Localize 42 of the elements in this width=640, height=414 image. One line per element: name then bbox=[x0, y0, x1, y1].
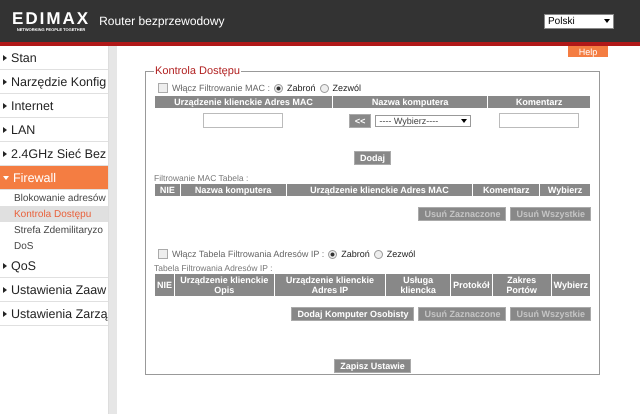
enable-label: Włącz Tabela Filtrowania Adresów IP : bbox=[172, 249, 324, 259]
column-header: Nazwa komputera bbox=[332, 96, 488, 108]
radio-label: Zezwól bbox=[332, 83, 362, 93]
page-title: Router bezprzewodowy bbox=[99, 14, 226, 28]
column-header: Komentarz bbox=[473, 184, 540, 196]
table-caption: Filtrowanie MAC Tabela : bbox=[154, 173, 250, 183]
table-button[interactable]: Dodaj Komputer Osobisty bbox=[291, 307, 414, 321]
column-header: Komentarz bbox=[488, 96, 590, 108]
add-button[interactable]: Dodaj bbox=[354, 151, 391, 165]
column-header: Protokół bbox=[451, 274, 492, 296]
column-header: NIE bbox=[155, 184, 180, 196]
radio-button[interactable] bbox=[374, 250, 383, 258]
save-button[interactable]: Zapisz Ustawie bbox=[334, 359, 411, 373]
table-caption: Tabela Filtrowania Adresów IP : bbox=[154, 263, 274, 273]
caret-icon bbox=[604, 19, 610, 23]
caret-icon bbox=[461, 118, 468, 122]
column-header: Zakres Portów bbox=[492, 274, 551, 296]
copy-button[interactable]: << bbox=[348, 114, 372, 128]
panel-legend: Kontrola Dostępu bbox=[154, 65, 241, 77]
enable-checkbox[interactable] bbox=[158, 249, 168, 259]
logo-text: EDIMAX bbox=[12, 10, 90, 27]
column-header: NIE bbox=[155, 274, 174, 296]
column-header: Urządzenie klienckie Adres MAC bbox=[286, 184, 472, 196]
enable-checkbox[interactable] bbox=[158, 83, 168, 93]
mac-address-field[interactable] bbox=[203, 113, 284, 128]
comment-field[interactable] bbox=[499, 113, 580, 128]
column-header: Wybierz bbox=[552, 274, 590, 296]
radio-label: Zezwól bbox=[386, 249, 416, 259]
enable-label: Włącz Filtrowanie MAC : bbox=[172, 83, 270, 93]
radio-button[interactable] bbox=[274, 84, 284, 92]
column-header: Nazwa komputera bbox=[180, 184, 286, 196]
computer-select[interactable]: ---- Wybierz---- bbox=[375, 114, 472, 126]
column-header: Wybierz bbox=[540, 184, 590, 196]
radio-button[interactable] bbox=[328, 250, 338, 258]
column-header: Urządzenie klienckie Adres IP bbox=[274, 274, 386, 296]
radio-label: Zabroń bbox=[341, 249, 370, 259]
radio-label: Zabroń bbox=[287, 83, 316, 93]
column-header: Urządzenie klienckie Opis bbox=[175, 274, 274, 296]
radio-button[interactable] bbox=[320, 84, 329, 92]
column-header: Usługa kliencka bbox=[386, 274, 450, 296]
column-header: Urządzenie klienckie Adres MAC bbox=[155, 96, 332, 108]
language-select[interactable]: Polski bbox=[544, 14, 614, 28]
